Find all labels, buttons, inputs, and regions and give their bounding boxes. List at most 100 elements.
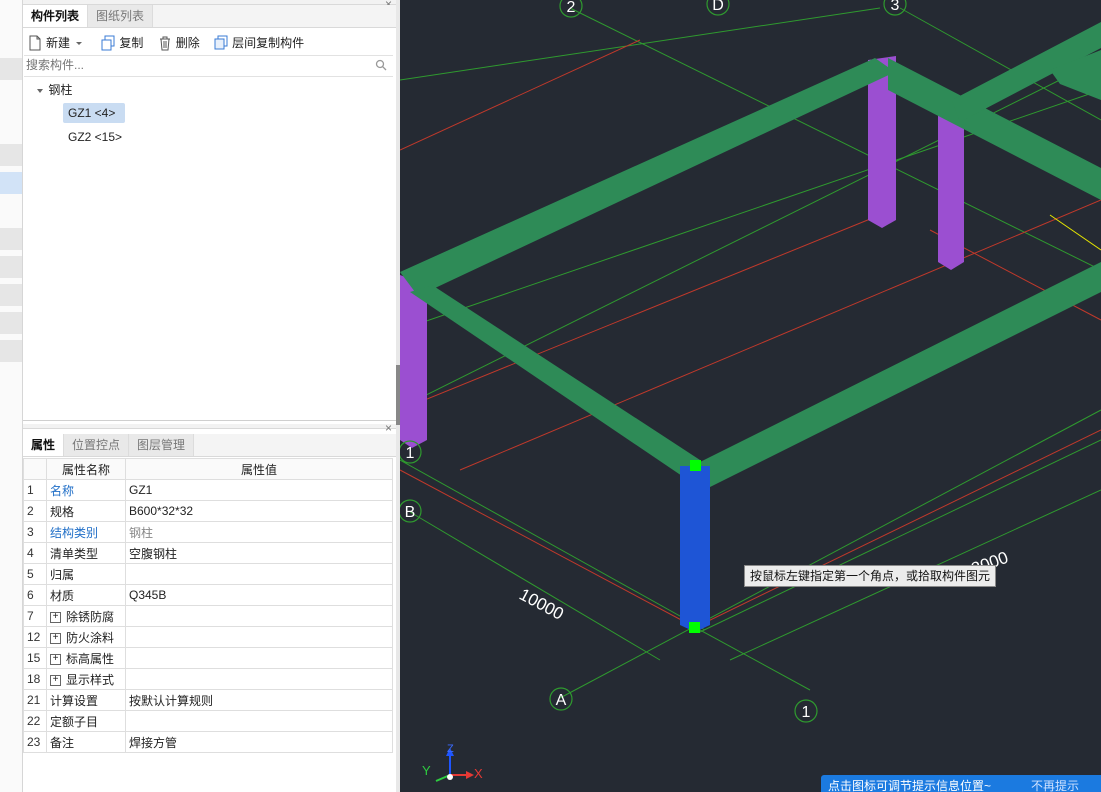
strip-row[interactable] [0,58,22,80]
model-canvas[interactable]: 2 D 3 1 B A 1 10000 18000 Z X Y [400,0,1101,792]
info-banner[interactable]: 点击图标可调节提示信息位置~ 不再提示 [821,775,1101,792]
property-value[interactable]: 空腹钢柱 [125,542,393,564]
grip-point[interactable] [689,622,700,633]
grip-point[interactable] [690,460,701,471]
property-name: 防火涂料 [66,630,115,645]
new-label: 新建 [46,36,71,50]
property-value[interactable]: 钢柱 [125,521,393,543]
tab-position-grips[interactable]: 位置控点 [64,434,130,456]
selected-steel-column[interactable] [680,466,710,632]
tab-properties[interactable]: 属性 [23,434,65,456]
tab-component-list[interactable]: 构件列表 [23,5,89,27]
property-value[interactable] [125,647,393,669]
dismiss-link[interactable]: 不再提示 [1031,775,1079,792]
component-list-panel: × 构件列表 图纸列表 新建 复制 删除 层间复制构件 钢柱 GZ1 [23,0,397,421]
search-input[interactable] [24,56,368,74]
delete-button[interactable]: 删除 [157,32,200,54]
tree-item-gz2[interactable]: GZ2 <15> [68,127,122,147]
property-name: 结构类别 [50,525,99,540]
row-number: 6 [23,584,47,606]
property-value[interactable] [125,563,393,585]
property-row[interactable]: 12 + 防火涂料 [23,626,393,648]
banner-message[interactable]: 点击图标可调节提示信息位置~ [828,775,991,792]
property-row[interactable]: 22 定额子目 [23,710,393,732]
trash-icon [159,36,170,51]
row-number: 7 [23,605,47,627]
floor-copy-button[interactable]: 层间复制构件 [213,32,304,54]
property-value[interactable]: 按默认计算规则 [125,689,393,711]
copy-icon [101,35,115,51]
chevron-down-icon[interactable] [74,38,84,48]
property-value[interactable] [125,626,393,648]
axis-z-label: Z [447,743,454,755]
property-value[interactable]: Q345B [125,584,393,606]
copy-button[interactable]: 复制 [100,32,143,54]
property-name: 标高属性 [66,651,115,666]
row-number: 4 [23,542,47,564]
property-row[interactable]: 15 + 标高属性 [23,647,393,669]
expand-icon[interactable]: + [50,632,61,644]
tree-item-gz1[interactable]: GZ1 <4> [63,103,125,123]
strip-row-selected[interactable] [0,172,22,194]
strip-row[interactable] [0,144,22,166]
row-number: 21 [23,689,47,711]
property-name: 归属 [50,567,75,582]
delete-label: 删除 [175,36,200,50]
property-table: 属性名称 属性值 1 名称 GZ1 2 规格 B600*32*32 3 结构类别 钢柱 4 清单类型… [23,458,393,753]
search-bar [24,55,393,77]
axis-label-a: A [556,692,567,709]
property-row[interactable]: 21 计算设置 按默认计算规则 [23,689,393,711]
tab-drawing-list[interactable]: 图纸列表 [88,5,154,27]
steel-column[interactable] [400,275,427,448]
axis-label-d: D [712,0,724,14]
property-row[interactable]: 5 归属 [23,563,393,585]
search-icon[interactable] [375,59,387,71]
property-name-cell: 计算设置 [46,689,126,711]
strip-row[interactable] [0,284,22,306]
expand-icon[interactable]: + [50,653,61,665]
property-name: 计算设置 [50,693,99,708]
tree-group-label: 钢柱 [48,83,73,97]
property-row[interactable]: 3 结构类别 钢柱 [23,521,393,543]
property-name-cell: 名称 [46,479,126,501]
strip-row[interactable] [0,256,22,278]
close-icon[interactable]: × [385,421,392,435]
property-value[interactable]: B600*32*32 [125,500,393,522]
property-value[interactable] [125,668,393,690]
expand-icon[interactable]: + [50,674,61,686]
row-number: 15 [23,647,47,669]
strip-row[interactable] [0,228,22,250]
row-number: 1 [23,479,47,501]
command-tooltip: 按鼠标左键指定第一个角点，或拾取构件图元 [744,565,997,587]
row-number: 2 [23,500,47,522]
row-number: 18 [23,668,47,690]
floor-copy-icon [214,35,228,50]
property-row[interactable]: 23 备注 焊接方管 [23,731,393,753]
3d-viewport[interactable]: 2 D 3 1 B A 1 10000 18000 Z X Y 按鼠标左键指定第… [400,0,1101,792]
tree-group-steel-column[interactable]: 钢柱 [35,80,72,100]
property-value[interactable] [125,605,393,627]
property-name: 规格 [50,504,75,519]
steel-beam[interactable] [400,58,895,296]
strip-row[interactable] [0,312,22,334]
property-value[interactable] [125,710,393,732]
caret-down-icon[interactable] [35,86,45,96]
property-value[interactable]: 焊接方管 [125,731,393,753]
property-row[interactable]: 18 + 显示样式 [23,668,393,690]
property-value[interactable]: GZ1 [125,479,393,501]
property-name-cell: 定额子目 [46,710,126,732]
property-name: 除锈防腐 [66,609,115,624]
tab-layer-management[interactable]: 图层管理 [129,434,195,456]
property-row[interactable]: 2 规格 B600*32*32 [23,500,393,522]
dimension-width: 10000 [516,585,567,624]
new-button[interactable]: 新建 [27,32,87,54]
steel-beam[interactable] [700,262,1101,492]
expand-icon[interactable]: + [50,611,61,623]
property-row[interactable]: 7 + 除锈防腐 [23,605,393,627]
property-row[interactable]: 4 清单类型 空腹钢柱 [23,542,393,564]
property-row[interactable]: 1 名称 GZ1 [23,479,393,501]
property-row[interactable]: 6 材质 Q345B [23,584,393,606]
floor-copy-label: 层间复制构件 [232,36,305,50]
strip-row[interactable] [0,340,22,362]
row-number: 22 [23,710,47,732]
